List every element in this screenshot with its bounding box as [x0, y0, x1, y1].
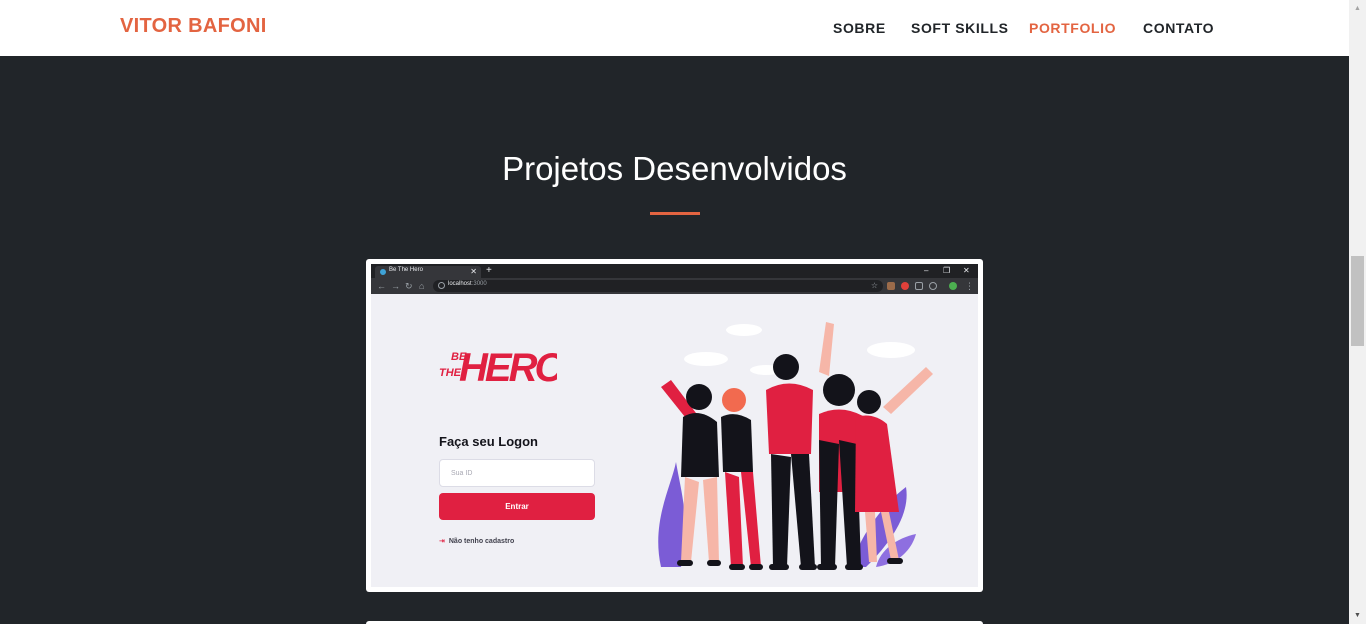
- browser-url-bar: localhost:3000 ☆: [433, 280, 883, 292]
- login-arrow-icon: ⇥: [439, 538, 445, 545]
- section-title: Projetos Desenvolvidos: [502, 150, 847, 187]
- star-icon: ☆: [870, 281, 878, 290]
- reload-icon: ↻: [405, 281, 413, 291]
- home-icon: ⌂: [419, 281, 425, 291]
- extension-icon: [929, 282, 937, 290]
- restore-icon: ❐: [943, 266, 951, 275]
- menu-icon: ⋮: [965, 281, 974, 291]
- browser-url: localhost:3000: [448, 281, 487, 287]
- scrollbar-thumb[interactable]: [1351, 256, 1364, 346]
- project-card[interactable]: Be The Hero ✕ + – ❐ ✕ ← → ↻ ⌂ localhost:…: [366, 259, 983, 592]
- back-icon: ←: [377, 281, 386, 291]
- page-scrollbar[interactable]: ▲ ▼: [1349, 0, 1366, 624]
- navbar: VITOR BAFONI SOBRE SOFT SKILLS PORTFOLIO…: [0, 0, 1349, 56]
- minimize-icon: –: [924, 266, 929, 275]
- browser-tabbar: Be The Hero ✕ + – ❐ ✕: [371, 264, 978, 278]
- extension-icon: [887, 282, 895, 290]
- be-the-hero-logo: BE THE HERO: [439, 346, 557, 389]
- close-icon: ✕: [470, 267, 477, 276]
- nav-link-soft-skills[interactable]: SOFT SKILLS: [911, 20, 1009, 36]
- nav-link-sobre[interactable]: SOBRE: [833, 20, 886, 36]
- new-tab-icon: +: [486, 265, 492, 276]
- browser-tab: Be The Hero ✕: [375, 266, 481, 278]
- browser-addressbar: ← → ↻ ⌂ localhost:3000 ☆ ⋮: [371, 278, 978, 294]
- info-icon: [438, 282, 445, 289]
- chevron-down-icon[interactable]: ▼: [1349, 607, 1366, 624]
- capture-icon: [915, 282, 923, 290]
- enter-button[interactable]: Entrar: [439, 493, 595, 520]
- avatar: [949, 282, 957, 290]
- opera-icon: [901, 282, 909, 290]
- nav-link-contato[interactable]: CONTATO: [1143, 20, 1214, 36]
- chevron-up-icon[interactable]: ▲: [1349, 0, 1366, 17]
- id-input[interactable]: [439, 459, 595, 487]
- heroes-illustration: [658, 322, 933, 570]
- register-link[interactable]: ⇥ Não tenho cadastro: [439, 537, 514, 545]
- browser-tab-title: Be The Hero: [389, 267, 423, 273]
- register-link-label: Não tenho cadastro: [448, 538, 515, 545]
- title-divider: [650, 212, 700, 215]
- brand-link[interactable]: VITOR BAFONI: [120, 15, 267, 38]
- login-title: Faça seu Logon: [439, 434, 538, 449]
- project-screenshot: Be The Hero ✕ + – ❐ ✕ ← → ↻ ⌂ localhost:…: [371, 264, 978, 587]
- nav-link-portfolio[interactable]: PORTFOLIO: [1029, 20, 1116, 36]
- window-close-icon: ✕: [963, 266, 970, 275]
- favicon-icon: [380, 269, 386, 275]
- svg-text:HERO: HERO: [459, 346, 557, 389]
- forward-icon: →: [391, 281, 400, 291]
